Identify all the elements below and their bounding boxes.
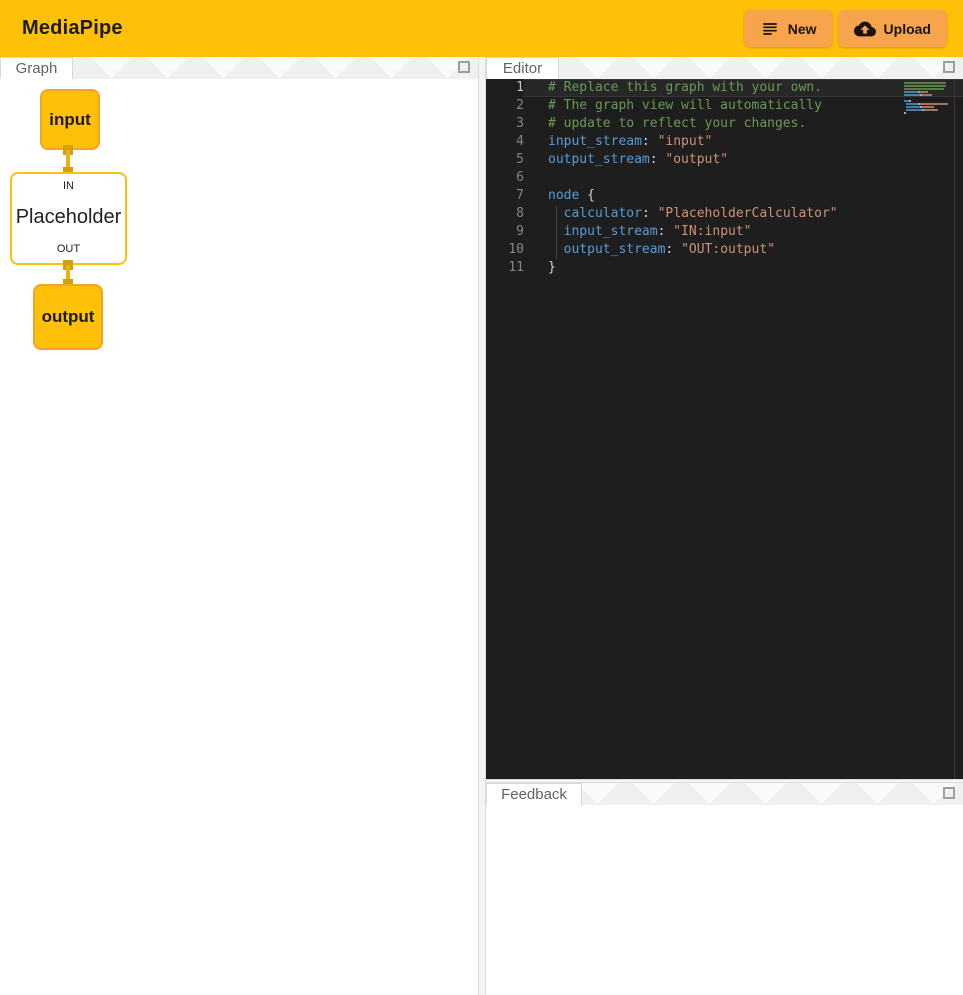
feedback-tabbar: Feedback xyxy=(486,783,963,805)
feedback-panel: Feedback xyxy=(486,783,963,995)
app-title: MediaPipe xyxy=(22,17,123,40)
tab-graph-label: Graph xyxy=(16,60,58,77)
graph-canvas[interactable]: input IN Placeholder OUT output xyxy=(0,79,478,995)
editor-decoration-line xyxy=(954,79,955,779)
indent-guide xyxy=(556,205,557,259)
cloud-upload-icon xyxy=(854,18,876,40)
upload-button-label: Upload xyxy=(884,21,931,37)
code-editor[interactable]: 1# Replace this graph with your own.2# T… xyxy=(486,79,963,779)
out-port-label: OUT xyxy=(57,243,80,255)
panel-resizer-vertical[interactable] xyxy=(478,57,486,995)
right-column: Editor 1# Replace this graph with your o… xyxy=(486,57,963,995)
graph-node-placeholder-label: Placeholder xyxy=(16,206,122,229)
graph-node-placeholder[interactable]: IN Placeholder OUT xyxy=(10,172,127,265)
code-line: 5output_stream: "output" xyxy=(486,151,963,169)
code-line: 3# update to reflect your changes. xyxy=(486,115,963,133)
editor-maximize-icon[interactable] xyxy=(943,61,955,73)
code-line: 2# The graph view will automatically xyxy=(486,97,963,115)
graph-node-output[interactable]: output xyxy=(33,284,103,350)
tab-editor[interactable]: Editor xyxy=(486,57,559,79)
code-line: 1# Replace this graph with your own. xyxy=(486,79,963,97)
main-area: Graph input IN Placeholder OUT output xyxy=(0,57,963,995)
upload-button[interactable]: Upload xyxy=(838,10,947,47)
feedback-maximize-icon[interactable] xyxy=(943,787,955,799)
code-line: 11} xyxy=(486,259,963,277)
editor-panel: Editor 1# Replace this graph with your o… xyxy=(486,57,963,779)
graph-node-output-label: output xyxy=(42,307,95,327)
new-button-label: New xyxy=(788,21,817,37)
app-header: MediaPipe New Upload xyxy=(0,0,963,57)
code-line: 7node { xyxy=(486,187,963,205)
subject-icon xyxy=(760,19,780,39)
code-line: 10 output_stream: "OUT:output" xyxy=(486,241,963,259)
minimap[interactable] xyxy=(904,82,948,115)
graph-tabbar: Graph xyxy=(0,57,478,79)
tab-editor-label: Editor xyxy=(503,60,542,77)
editor-tabbar: Editor xyxy=(486,57,963,79)
code-line: 8 calculator: "PlaceholderCalculator" xyxy=(486,205,963,223)
in-port-label: IN xyxy=(63,180,74,192)
code-line: 4input_stream: "input" xyxy=(486,133,963,151)
graph-panel: Graph input IN Placeholder OUT output xyxy=(0,57,478,995)
tab-graph[interactable]: Graph xyxy=(0,57,73,79)
tab-feedback[interactable]: Feedback xyxy=(486,783,582,805)
code-lines: 1# Replace this graph with your own.2# T… xyxy=(486,79,963,277)
code-line: 9 input_stream: "IN:input" xyxy=(486,223,963,241)
graph-node-input-label: input xyxy=(49,110,91,130)
new-button[interactable]: New xyxy=(744,10,833,47)
code-line: 6 xyxy=(486,169,963,187)
graph-maximize-icon[interactable] xyxy=(458,61,470,73)
tab-feedback-label: Feedback xyxy=(501,786,567,803)
graph-node-input[interactable]: input xyxy=(40,89,100,150)
feedback-content xyxy=(486,805,963,995)
